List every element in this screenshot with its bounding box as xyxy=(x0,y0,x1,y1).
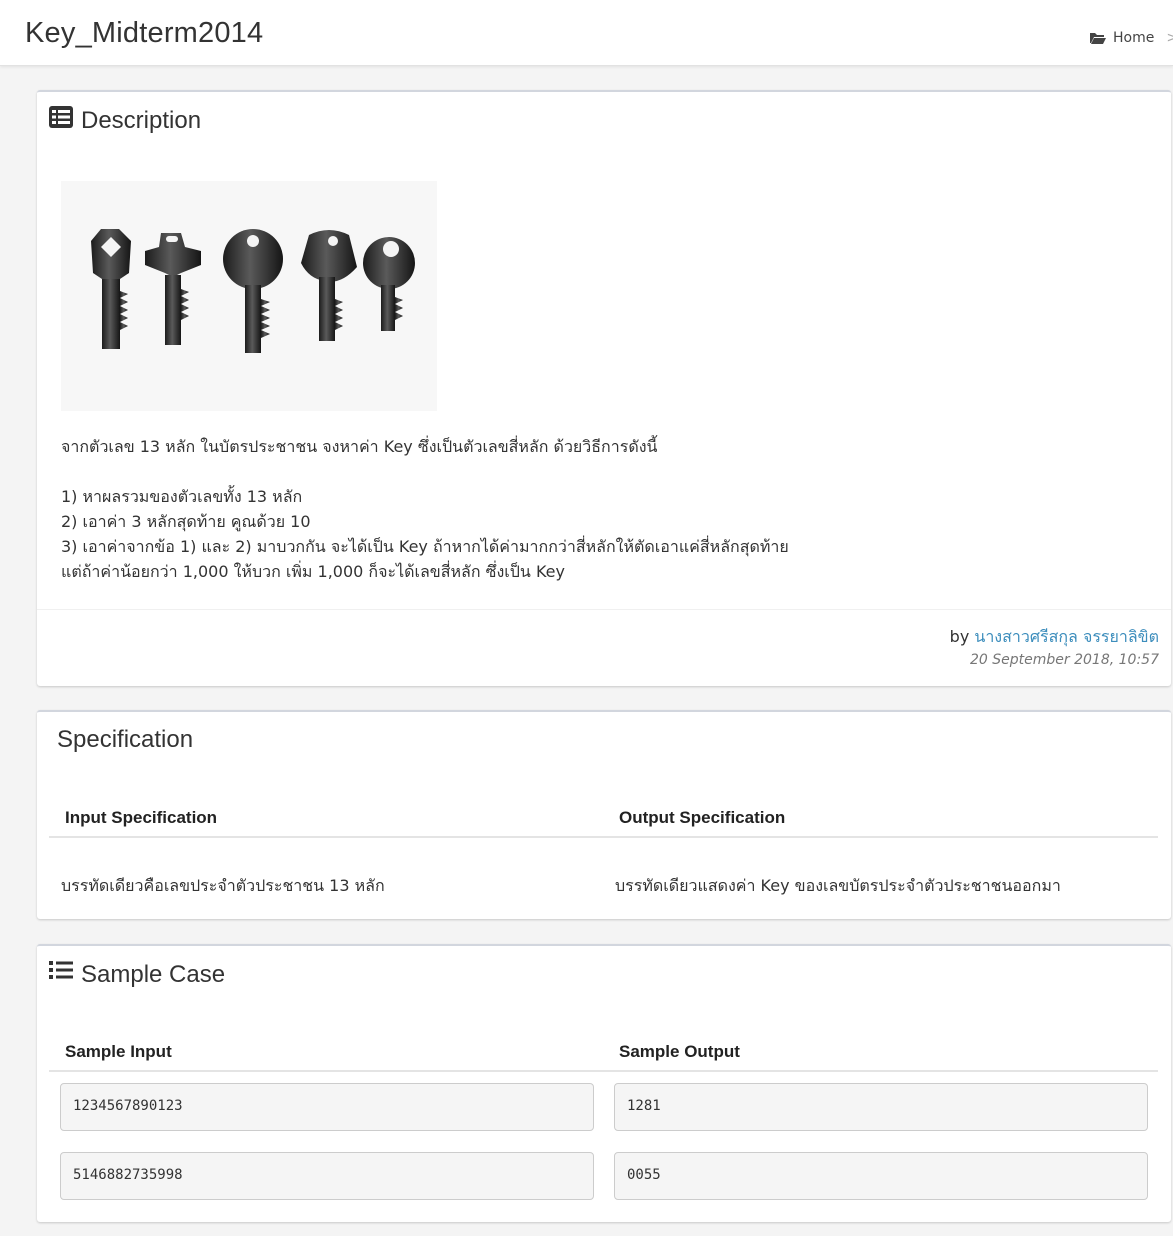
input-spec-text: บรรทัดเดียวคือเลขประจำตัวประชาชน 13 หลัก xyxy=(61,876,385,895)
keys-image xyxy=(61,181,437,411)
description-line: 2) เอาค่า 3 หลักสุดท้าย คูณด้วย 10 xyxy=(61,512,311,531)
sample-input-box[interactable]: 5146882735998 xyxy=(60,1152,594,1200)
specification-panel: Specification Input Specification Output… xyxy=(37,710,1171,919)
description-title-text: Description xyxy=(81,106,202,134)
sample-case-title-text: Sample Case xyxy=(81,960,226,988)
breadcrumb-home-link[interactable]: Home xyxy=(1113,30,1154,46)
output-spec-text: บรรทัดเดียวแสดงค่า Key ของเลขบัตรประจำตั… xyxy=(615,876,1061,895)
sample-input-box[interactable]: 1234567890123 xyxy=(60,1083,594,1131)
author-line: by นางสาวศรีสกุล จรรยาลิขิต xyxy=(950,625,1159,650)
sample-case-title: Sample Case xyxy=(49,960,225,989)
divider xyxy=(37,609,1171,610)
list-ol-icon xyxy=(49,960,73,989)
by-label: by xyxy=(949,627,970,646)
sample-table-header: Sample Input Sample Output xyxy=(49,1030,1158,1072)
folder-open-icon xyxy=(1089,31,1107,45)
description-line: 3) เอาค่าจากข้อ 1) และ 2) มาบวกกัน จะได้… xyxy=(61,537,789,556)
top-bar: Key_Midterm2014 Home > xyxy=(0,0,1173,66)
post-date: 20 September 2018, 10:57 xyxy=(970,652,1159,668)
output-spec-header: Output Specification xyxy=(619,808,786,827)
spec-table-header: Input Specification Output Specification xyxy=(49,796,1158,838)
sample-output-box[interactable]: 0055 xyxy=(614,1152,1148,1200)
description-title: Description xyxy=(49,106,201,135)
sample-output-header: Sample Output xyxy=(619,1042,740,1061)
page-title: Key_Midterm2014 xyxy=(25,17,264,49)
description-text: จากตัวเลข 13 หลัก ในบัตรประชาชน จงหาค่า … xyxy=(61,434,1141,584)
breadcrumb: Home > xyxy=(1089,30,1173,46)
description-panel: Description จากตัวเลข 13 หลัก ในบัตรประช… xyxy=(37,90,1171,686)
author-link[interactable]: นางสาวศรีสกุล จรรยาลิขิต xyxy=(974,627,1159,646)
breadcrumb-separator: > xyxy=(1166,30,1173,46)
specification-title: Specification xyxy=(57,726,194,753)
input-spec-header: Input Specification xyxy=(65,808,218,827)
sample-input-header: Sample Input xyxy=(65,1042,172,1061)
description-line: 1) หาผลรวมของตัวเลขทั้ง 13 หลัก xyxy=(61,487,303,506)
description-line: จากตัวเลข 13 หลัก ในบัตรประชาชน จงหาค่า … xyxy=(61,437,658,456)
sample-case-panel: Sample Case Sample Input Sample Output 1… xyxy=(37,944,1171,1222)
description-line: แต่ถ้าค่าน้อยกว่า 1,000 ให้บวก เพิ่ม 1,0… xyxy=(61,562,565,581)
sample-output-box[interactable]: 1281 xyxy=(614,1083,1148,1131)
list-alt-icon xyxy=(49,106,73,135)
